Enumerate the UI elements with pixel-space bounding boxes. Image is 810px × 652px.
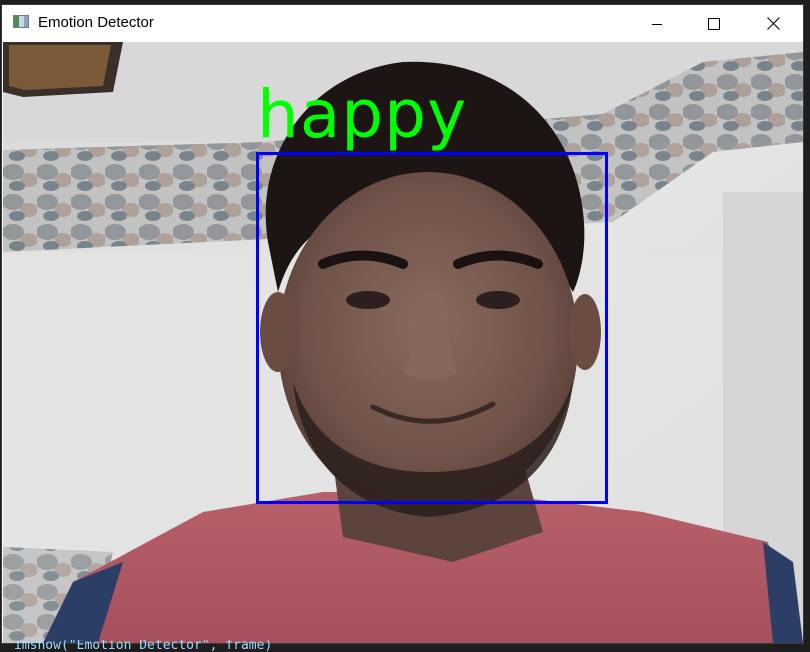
title-bar[interactable]: Emotion Detector — [2, 5, 803, 42]
emotion-label: happy — [257, 76, 468, 153]
console-output-line: imshow("Emotion Detector", frame) — [14, 640, 273, 652]
close-button[interactable] — [744, 5, 802, 42]
emotion-detector-window: Emotion Detector happy — [2, 5, 803, 643]
minimize-button[interactable] — [628, 5, 686, 42]
minimize-icon — [652, 23, 662, 25]
camera-frame: happy — [3, 42, 803, 643]
close-icon — [766, 17, 780, 30]
face-bounding-box — [256, 152, 608, 504]
window-title: Emotion Detector — [38, 14, 154, 31]
maximize-button[interactable] — [685, 5, 743, 42]
app-window-icon — [13, 15, 29, 28]
maximize-icon — [708, 17, 720, 30]
